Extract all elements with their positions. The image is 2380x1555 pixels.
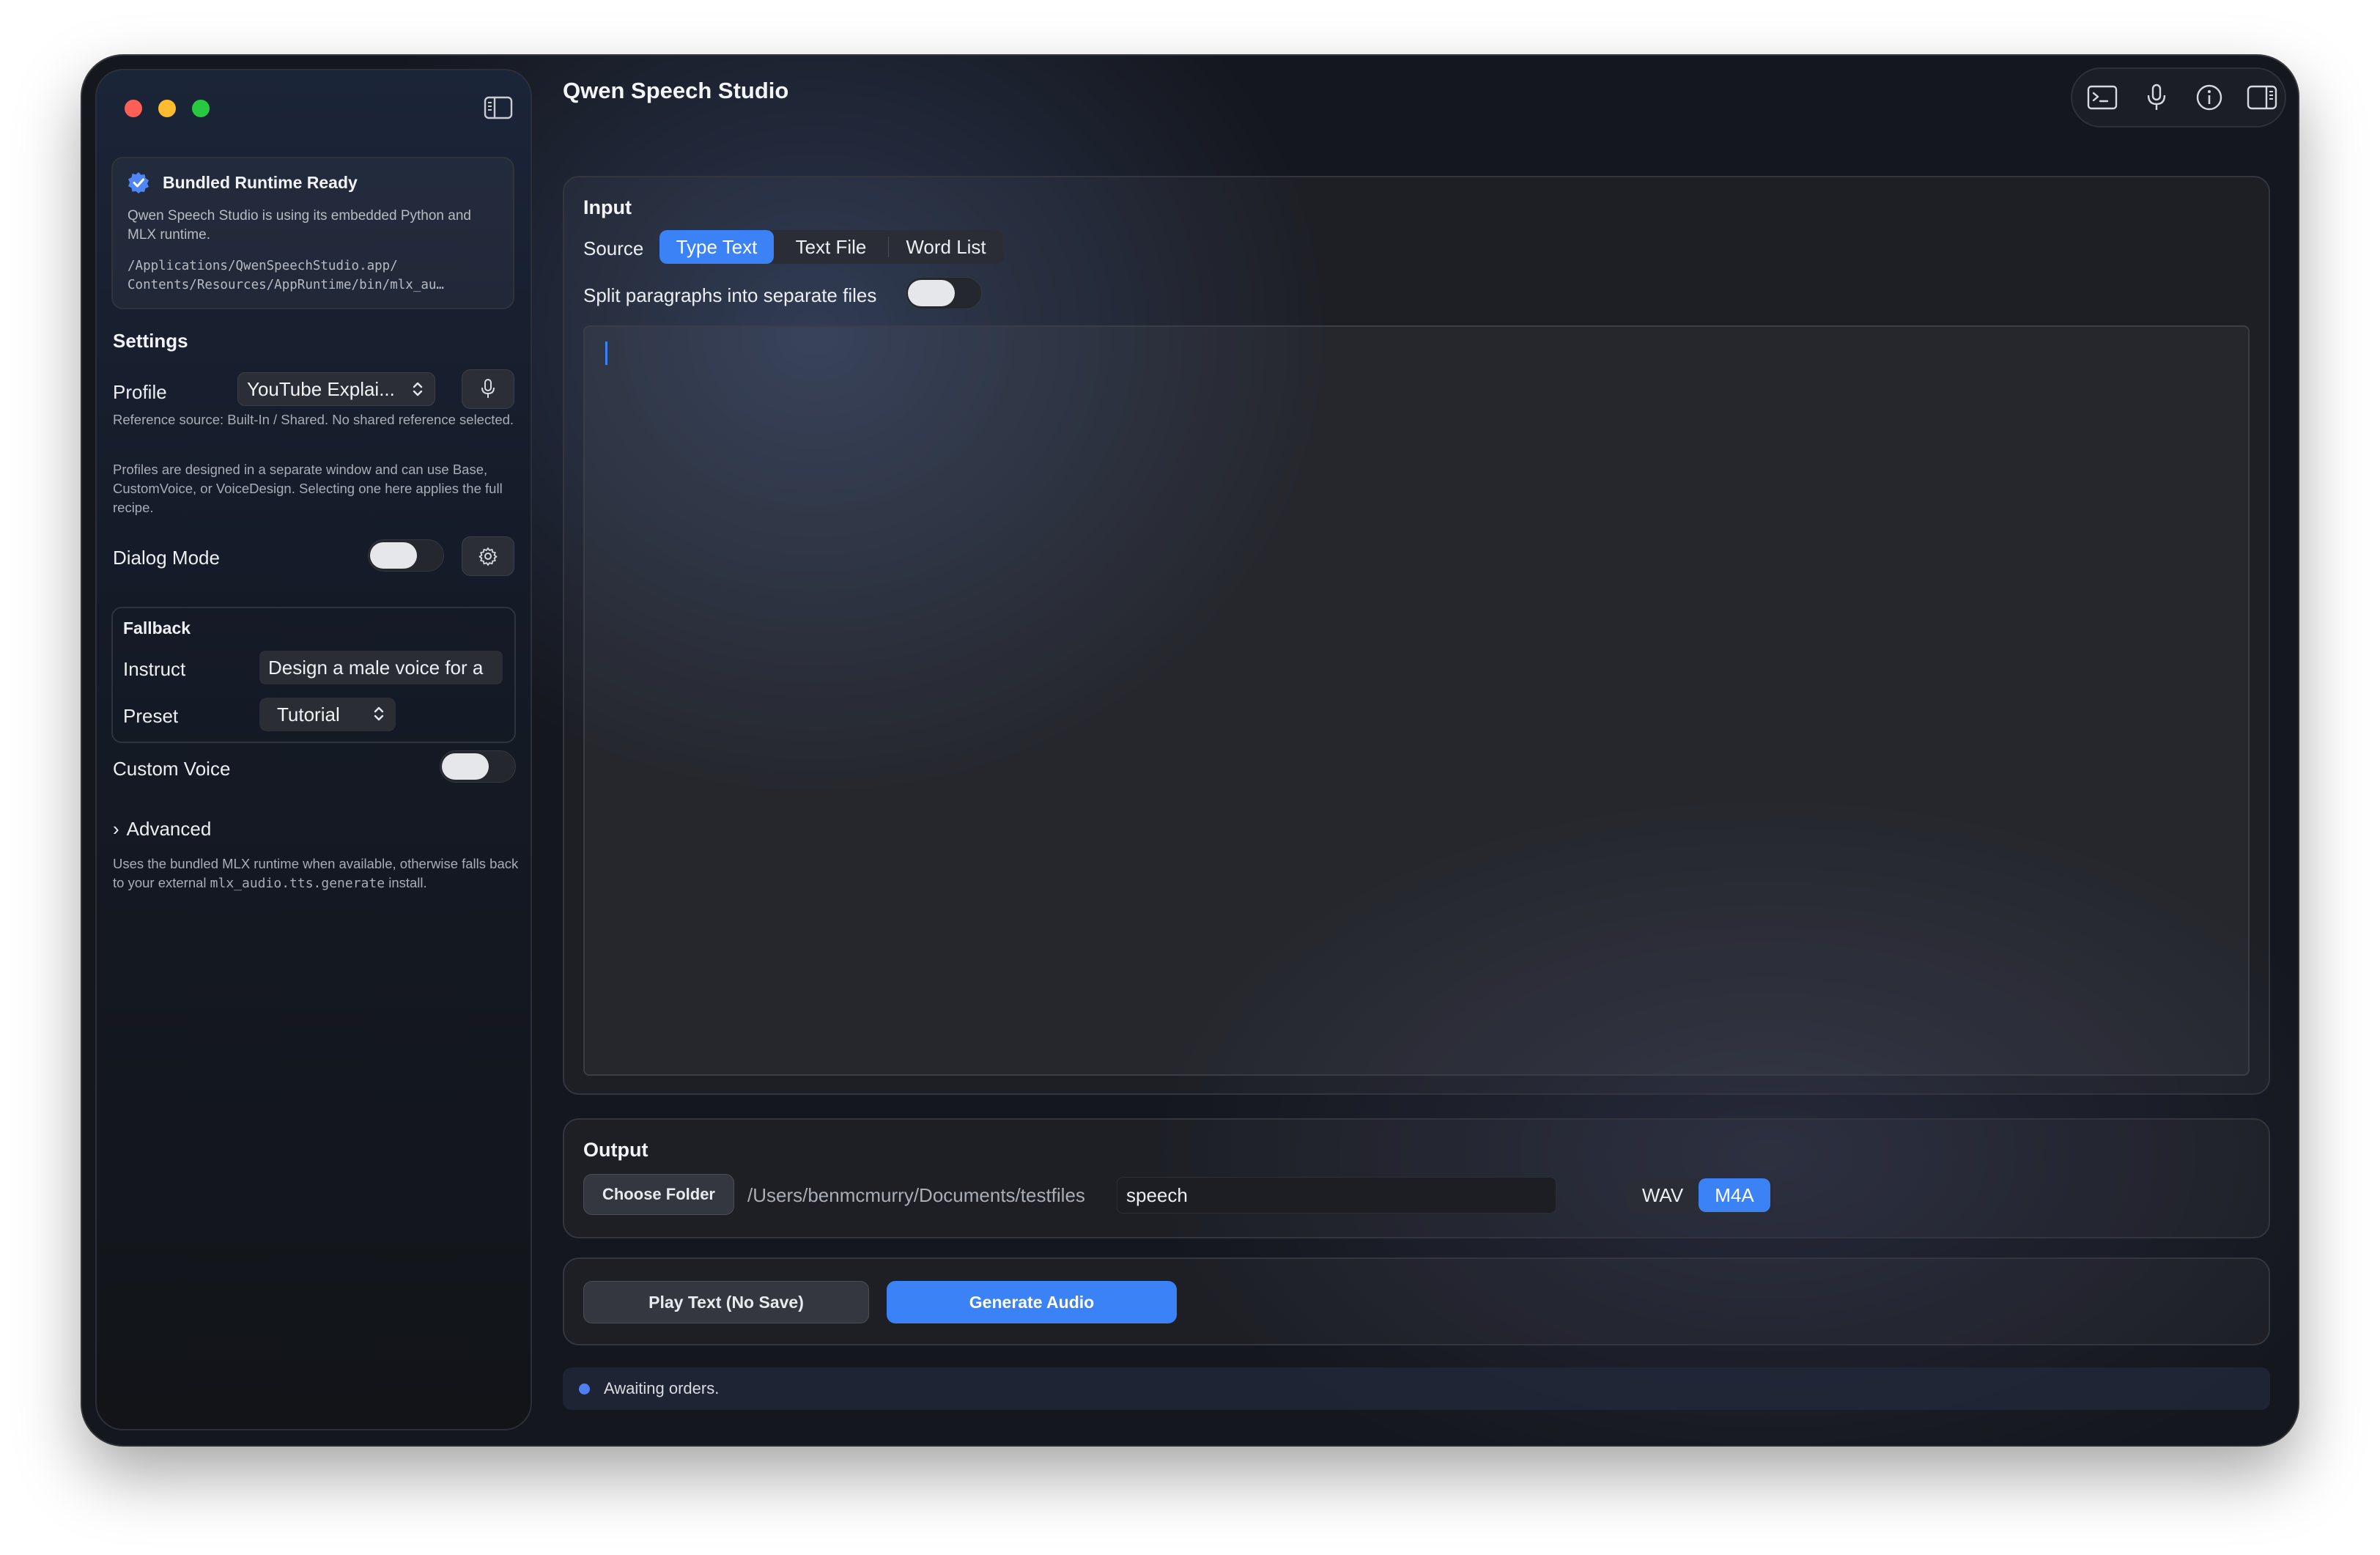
custom-voice-toggle[interactable] xyxy=(440,750,516,783)
fallback-heading: Fallback xyxy=(123,618,191,638)
chevron-up-down-icon xyxy=(413,382,423,396)
chevron-right-icon: › xyxy=(113,818,119,840)
format-option-m4a[interactable]: M4A xyxy=(1699,1178,1770,1212)
runtime-status-card: Bundled Runtime Ready Qwen Speech Studio… xyxy=(111,157,514,309)
custom-voice-label: Custom Voice xyxy=(113,758,231,780)
output-folder-path: /Users/benmcmurry/Documents/testfiles xyxy=(747,1184,1085,1206)
sidebar-toggle-icon[interactable] xyxy=(484,95,513,120)
generate-audio-button[interactable]: Generate Audio xyxy=(887,1281,1177,1323)
microphone-icon[interactable] xyxy=(2140,82,2173,113)
info-icon[interactable] xyxy=(2192,82,2226,113)
sidebar: Bundled Runtime Ready Qwen Speech Studio… xyxy=(95,69,532,1430)
instruct-input[interactable]: Design a male voice for a xyxy=(259,651,503,684)
status-text: Awaiting orders. xyxy=(604,1379,720,1397)
runtime-path: /Applications/QwenSpeechStudio.app/ Cont… xyxy=(128,259,444,292)
dialog-mode-toggle[interactable] xyxy=(368,539,444,572)
preset-label: Preset xyxy=(123,705,179,727)
source-segmented-control: Type Text Text File Word List xyxy=(659,230,1004,264)
dialog-mode-label: Dialog Mode xyxy=(113,547,220,569)
profile-design-note: Profiles are designed in a separate wind… xyxy=(113,462,503,515)
profile-reference-note: Reference source: Built-In / Shared. No … xyxy=(113,412,514,427)
microphone-icon xyxy=(481,379,495,398)
terminal-icon[interactable] xyxy=(2085,82,2119,113)
advanced-label: Advanced xyxy=(126,818,212,840)
source-option-text-file[interactable]: Text File xyxy=(774,230,888,264)
output-panel: Output Choose Folder /Users/benmcmurry/D… xyxy=(563,1118,2270,1238)
runtime-footer-note: Uses the bundled MLX runtime when availa… xyxy=(113,854,523,893)
source-label: Source xyxy=(583,237,644,259)
preset-select[interactable]: Tutorial xyxy=(259,698,396,731)
gear-icon xyxy=(478,547,498,566)
split-paragraphs-toggle[interactable] xyxy=(906,277,982,309)
chevron-up-down-icon xyxy=(374,706,384,721)
preset-select-value: Tutorial xyxy=(277,703,340,725)
actions-panel: Play Text (No Save) Generate Audio xyxy=(563,1257,2270,1345)
footer-note-tail: install. xyxy=(385,875,427,890)
split-paragraphs-label: Split paragraphs into separate files xyxy=(583,284,877,306)
profile-microphone-button[interactable] xyxy=(462,369,514,409)
fallback-group: Fallback Instruct Design a male voice fo… xyxy=(111,607,516,743)
filename-input[interactable]: speech xyxy=(1117,1177,1556,1214)
close-window-button[interactable] xyxy=(125,100,142,117)
toolbar xyxy=(2071,67,2286,128)
profile-label: Profile xyxy=(113,381,167,403)
text-caret xyxy=(605,341,607,365)
output-heading: Output xyxy=(583,1139,648,1161)
verified-badge-icon xyxy=(128,171,149,193)
source-option-word-list[interactable]: Word List xyxy=(889,230,1003,264)
profile-select[interactable]: YouTube Explai... xyxy=(237,372,435,406)
input-panel: Input Source Type Text Text File Word Li… xyxy=(563,176,2270,1095)
app-window: Bundled Runtime Ready Qwen Speech Studio… xyxy=(82,56,2298,1445)
status-bar: Awaiting orders. xyxy=(563,1367,2270,1410)
status-indicator xyxy=(579,1384,590,1395)
footer-note-code: mlx_audio.tts.generate xyxy=(210,876,385,891)
runtime-title: Bundled Runtime Ready xyxy=(163,173,358,192)
minimize-window-button[interactable] xyxy=(158,100,176,117)
choose-folder-button[interactable]: Choose Folder xyxy=(583,1174,734,1215)
format-segmented-control: WAV M4A xyxy=(1627,1178,1773,1214)
settings-heading: Settings xyxy=(113,330,188,352)
inspector-toggle-icon[interactable] xyxy=(2245,82,2279,113)
runtime-description: Qwen Speech Studio is using its embedded… xyxy=(128,208,471,243)
input-heading: Input xyxy=(583,196,632,218)
dialog-settings-button[interactable] xyxy=(462,536,514,576)
format-option-wav[interactable]: WAV xyxy=(1627,1178,1699,1212)
profile-select-value: YouTube Explai... xyxy=(247,377,395,400)
zoom-window-button[interactable] xyxy=(192,100,210,117)
source-option-type-text[interactable]: Type Text xyxy=(659,230,774,264)
advanced-disclosure[interactable]: › Advanced xyxy=(113,818,211,841)
text-input-area[interactable] xyxy=(583,325,2250,1076)
play-text-button[interactable]: Play Text (No Save) xyxy=(583,1281,869,1323)
window-title: Qwen Speech Studio xyxy=(563,78,789,103)
toggle-knob xyxy=(908,280,955,306)
toggle-knob xyxy=(442,753,489,780)
instruct-label: Instruct xyxy=(123,658,186,680)
toggle-knob xyxy=(370,542,417,569)
